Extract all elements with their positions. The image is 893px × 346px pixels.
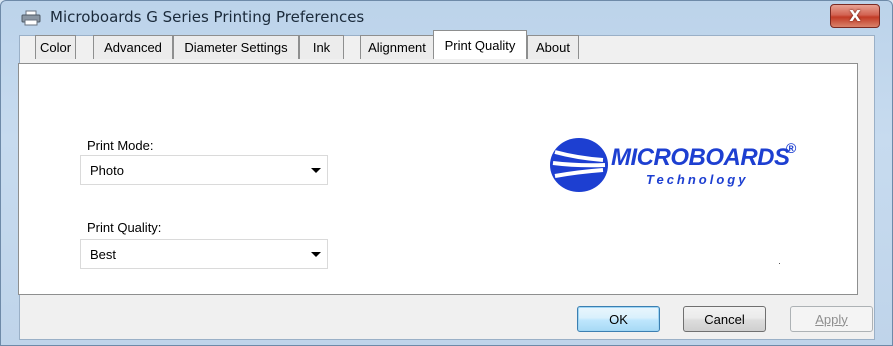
logo-subtitle-text: Technology <box>646 172 749 187</box>
print-quality-label: Print Quality: <box>87 220 162 235</box>
print-quality-dropdown[interactable]: Best <box>80 239 328 269</box>
printer-icon <box>21 10 41 26</box>
title-bar[interactable]: Microboards G Series Printing Preference… <box>1 1 893 31</box>
tab-print-quality[interactable]: Print Quality <box>433 30 527 59</box>
cancel-button-label: Cancel <box>704 311 745 327</box>
print-quality-panel: Print Mode: Photo Print Quality: Best MI… <box>18 63 858 295</box>
tab-alignment[interactable]: Alignment <box>360 35 434 59</box>
apply-button-label: Apply <box>815 311 848 327</box>
window-title: Microboards G Series Printing Preference… <box>50 8 365 26</box>
print-mode-value: Photo <box>90 163 124 178</box>
logo-brand-text: MICROBOARDS <box>611 144 790 171</box>
tab-color[interactable]: Color <box>35 35 76 59</box>
ok-button[interactable]: OK <box>577 306 660 332</box>
microboards-emblem-icon <box>550 138 608 192</box>
chevron-down-icon <box>311 252 321 257</box>
tab-diameter-settings[interactable]: Diameter Settings <box>173 35 299 59</box>
tab-about[interactable]: About <box>527 35 579 59</box>
tab-strip: Color Advanced Diameter Settings Ink Ali… <box>18 30 858 64</box>
close-icon: X <box>849 7 861 25</box>
printing-preferences-window: Microboards G Series Printing Preference… <box>0 0 893 346</box>
print-mode-dropdown[interactable]: Photo <box>80 155 328 185</box>
tab-ink[interactable]: Ink <box>299 35 344 59</box>
microboards-logo: MICROBOARDS ® Technology <box>549 136 819 194</box>
print-quality-value: Best <box>90 247 117 262</box>
stray-dot <box>779 263 780 264</box>
registered-mark: ® <box>786 140 797 156</box>
ok-button-label: OK <box>609 311 628 327</box>
print-mode-label: Print Mode: <box>87 138 154 153</box>
apply-button[interactable]: Apply <box>790 306 873 332</box>
cancel-button[interactable]: Cancel <box>683 306 766 332</box>
chevron-down-icon <box>311 168 321 173</box>
tab-advanced[interactable]: Advanced <box>93 35 173 59</box>
close-button[interactable]: X <box>830 4 880 28</box>
